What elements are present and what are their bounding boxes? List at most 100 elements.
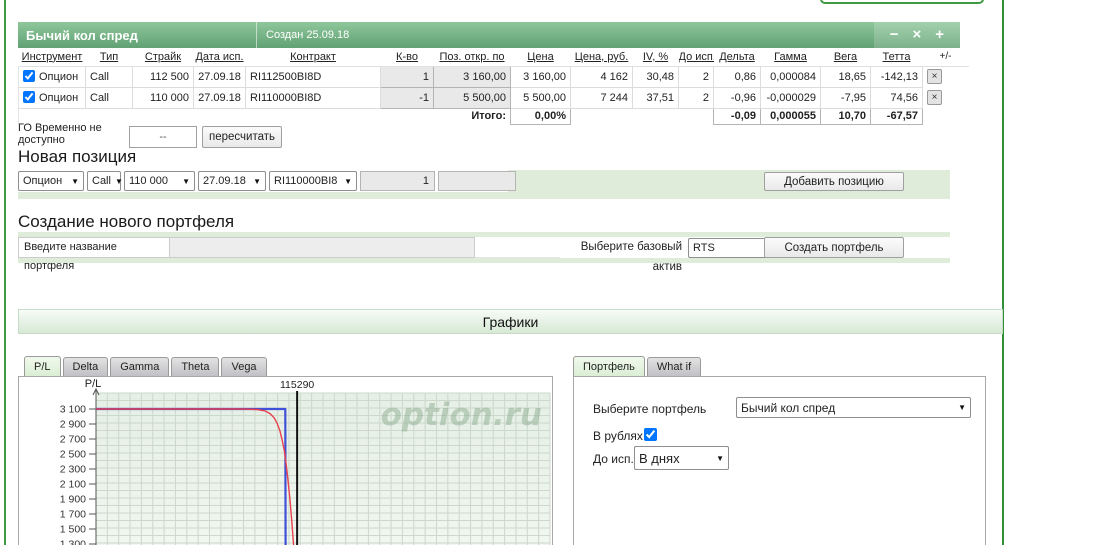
go-value-input[interactable] xyxy=(129,126,197,148)
chart-tabs: P/L Delta Gamma Theta Vega xyxy=(24,356,269,377)
strike-select[interactable]: 110 000 ▼ xyxy=(124,171,195,191)
totals-row: Итого: 0,00% -0,09 0,000055 10,70 -67,57 xyxy=(18,107,969,125)
col-instrument[interactable]: Инструмент xyxy=(18,48,86,67)
col-iv[interactable]: IV, % xyxy=(632,48,679,67)
delete-row-icon[interactable]: × xyxy=(927,90,942,105)
col-delta[interactable]: Дельта xyxy=(713,48,761,67)
totals-delta: -0,09 xyxy=(713,107,761,125)
gamma: 0,000084 xyxy=(760,66,821,88)
col-vega[interactable]: Вега xyxy=(820,48,871,67)
tab-gamma[interactable]: Gamma xyxy=(110,357,170,377)
portfolio-name-label: Введите название портфеля xyxy=(18,237,170,272)
chevron-down-icon: ▼ xyxy=(182,176,190,186)
col-type[interactable]: Тип xyxy=(85,48,133,67)
new-position-title: Новая позиция xyxy=(18,147,137,166)
col-theta[interactable]: Тетта xyxy=(870,48,923,67)
chevron-down-icon: ▼ xyxy=(114,176,123,186)
go-label: ГО Временно не доступно xyxy=(18,122,102,146)
delta: 0,86 xyxy=(713,66,761,88)
y-tick-label: 2 100 xyxy=(60,479,86,491)
y-tick-label: 1 900 xyxy=(60,494,86,506)
create-portfolio-button[interactable]: Создать портфель xyxy=(764,237,904,258)
tab-portfolio[interactable]: Портфель xyxy=(573,356,645,377)
strike: 110 000 xyxy=(132,87,194,109)
tab-vega[interactable]: Vega xyxy=(221,357,267,377)
qty[interactable]: -1 xyxy=(380,86,434,109)
positions-table: Инструмент Тип Страйк Дата исп. Контракт… xyxy=(18,48,969,125)
green-strip xyxy=(18,192,950,199)
days-left: 2 xyxy=(678,87,714,109)
open-pos[interactable]: 5 500,00 xyxy=(433,86,511,109)
qty[interactable]: 1 xyxy=(380,65,434,88)
totals-vega: 10,70 xyxy=(820,107,871,125)
contract-select[interactable]: RI110000BI8 ▼ xyxy=(269,171,357,191)
base-asset-label: Выберите базовый актив xyxy=(580,241,682,273)
price-rub: 4 162 xyxy=(570,66,633,88)
col-exp-date[interactable]: Дата исп. xyxy=(193,48,246,67)
col-open-pos[interactable]: Поз. откр. по xyxy=(433,48,511,67)
right-panel-tabs: Портфель What if xyxy=(573,356,703,377)
create-portfolio-row: Введите название портфеля Выберите базов… xyxy=(18,237,779,273)
qty-input[interactable]: 1 xyxy=(360,171,435,191)
y-tick-label: 2 500 xyxy=(60,449,86,461)
position-row: Опцион Call 112 500 27.09.18 RI112500BI8… xyxy=(18,65,969,88)
totals-label: Итого: xyxy=(471,110,506,123)
page: Бычий кол спред Создан 25.09.18 − × + Ин… xyxy=(0,0,1115,545)
open-pos[interactable]: 3 160,00 xyxy=(433,65,511,88)
type: Call xyxy=(85,66,133,88)
cut-off-top-button[interactable] xyxy=(820,0,984,4)
recalculate-button[interactable]: пересчитать xyxy=(202,126,282,148)
col-price-rub[interactable]: Цена, руб. xyxy=(570,48,633,67)
extra-input[interactable] xyxy=(438,171,516,191)
delete-row-icon[interactable]: × xyxy=(927,69,942,85)
exp-date-select[interactable]: 27.09.18 ▼ xyxy=(198,171,266,191)
pl-chart: option.ru P/L 3 100 2 900 2 700 2 500 2 300 2 1… xyxy=(60,378,551,545)
iv: 30,48 xyxy=(632,66,679,88)
y-tick-label: 1 300 xyxy=(60,539,86,545)
option-type-select[interactable]: Call ▼ xyxy=(87,171,123,191)
base-asset-select[interactable]: RTS▼ xyxy=(688,237,776,258)
create-portfolio-title: Создание нового портфеля xyxy=(18,212,235,231)
minimize-icon[interactable]: − xyxy=(890,22,899,48)
pl-chart-panel: option.ru P/L 3 100 2 900 2 700 2 500 2 300 2 1… xyxy=(18,376,553,545)
col-plus-minus: +/- xyxy=(922,48,969,67)
totals-theta: -67,57 xyxy=(870,107,923,125)
tab-theta[interactable]: Theta xyxy=(171,357,220,377)
col-contract[interactable]: Контракт xyxy=(245,48,381,67)
portfolio-name-input[interactable] xyxy=(170,237,475,258)
table-header-row: Инструмент Тип Страйк Дата исп. Контракт… xyxy=(18,48,969,67)
tab-delta[interactable]: Delta xyxy=(62,357,109,377)
col-gamma[interactable]: Гамма xyxy=(760,48,821,67)
rubles-checkbox[interactable] xyxy=(644,428,657,441)
days-select[interactable]: В днях ▼ xyxy=(634,446,729,470)
left-frame-line xyxy=(4,0,6,545)
col-qty[interactable]: К-во xyxy=(380,48,434,67)
chevron-down-icon: ▼ xyxy=(716,453,724,463)
add-position-button[interactable]: Добавить позицию xyxy=(764,172,904,191)
col-strike[interactable]: Страйк xyxy=(132,48,194,67)
chevron-down-icon: ▼ xyxy=(344,176,352,186)
add-icon[interactable]: + xyxy=(935,22,944,48)
tab-pl[interactable]: P/L xyxy=(24,356,61,377)
spacer-cell xyxy=(475,237,560,258)
y-tick-label: 2 700 xyxy=(60,434,86,446)
select-portfolio-label: Выберите портфель xyxy=(593,402,707,416)
exp-date: 27.09.18 xyxy=(193,87,246,109)
col-days[interactable]: До исп. xyxy=(678,48,714,67)
portfolio-created-date: Создан 25.09.18 xyxy=(266,29,350,41)
tab-what-if[interactable]: What if xyxy=(646,357,702,377)
row-checkbox[interactable] xyxy=(23,70,35,82)
instrument-select[interactable]: Опцион ▼ xyxy=(18,171,84,191)
row-checkbox[interactable] xyxy=(23,91,35,103)
y-tick-label: 3 100 xyxy=(60,404,86,416)
exp-date: 27.09.18 xyxy=(193,66,246,88)
chevron-down-icon: ▼ xyxy=(71,176,79,186)
position-row: Опцион Call 110 000 27.09.18 RI110000BI8… xyxy=(18,86,969,109)
close-icon[interactable]: × xyxy=(912,22,921,48)
delta: -0,96 xyxy=(713,87,761,109)
vega: -7,95 xyxy=(820,87,871,109)
totals-gamma: 0,000055 xyxy=(760,107,821,125)
theta: -142,13 xyxy=(870,66,923,88)
portfolio-select[interactable]: Бычий кол спред ▼ xyxy=(736,397,971,418)
col-price[interactable]: Цена xyxy=(510,48,571,67)
